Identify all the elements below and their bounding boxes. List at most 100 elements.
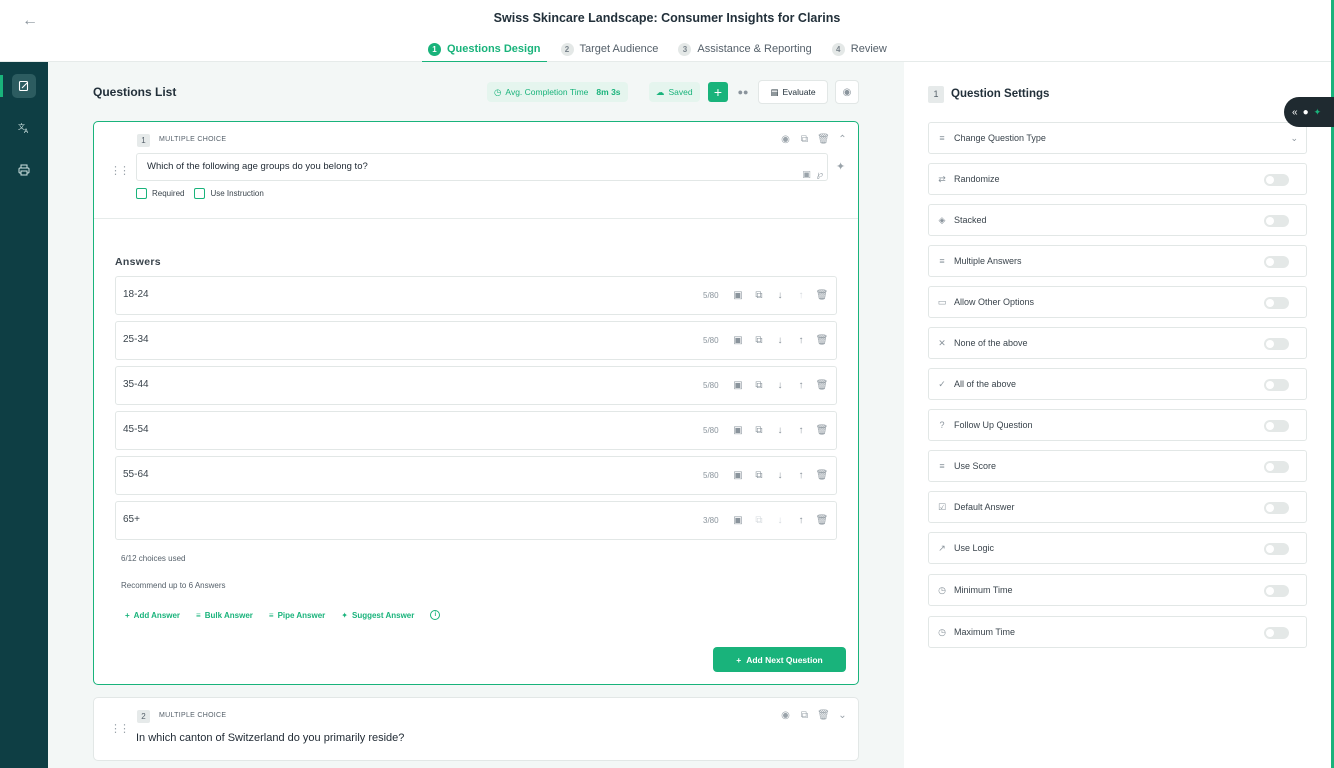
arrow-up-icon[interactable]: ↑ [795,423,807,437]
ai-assistant-button[interactable]: « ● ✦ [1284,97,1334,127]
info-icon[interactable]: i [430,610,441,620]
question-number: 2 [137,710,150,723]
answer-row[interactable]: 25-34 5/80 ▣ ⧉ ↓ ↑ 🗑 [115,321,837,360]
chevron-down-icon[interactable]: ⌄ [837,709,848,721]
copy-icon[interactable]: ⧉ [753,423,765,437]
setting-use-score[interactable]: ≡ Use Score [928,450,1307,482]
setting-follow-up-question[interactable]: ? Follow Up Question [928,409,1307,441]
suggest-answer-button[interactable]: ✦ Suggest Answer [341,610,414,620]
setting-none-of-the-above[interactable]: ✕ None of the above [928,327,1307,359]
arrow-down-icon[interactable]: ↓ [774,333,786,347]
add-question-button[interactable]: + [708,82,728,102]
trash-icon[interactable]: 🗑 [816,513,829,527]
arrow-down-icon[interactable]: ↓ [774,423,786,437]
setting-multiple-answers[interactable]: ≡ Multiple Answers [928,245,1307,277]
toggle-switch[interactable] [1264,585,1289,597]
setting-allow-other-options[interactable]: ▭ Allow Other Options [928,286,1307,318]
edit-document-icon[interactable] [12,74,36,98]
image-icon[interactable]: ▣ [732,288,744,302]
copy-icon[interactable]: ⧉ [799,133,810,145]
toggle-switch[interactable] [1264,338,1289,350]
tab-review[interactable]: 4 Review [831,38,887,60]
arrow-up-icon[interactable]: ↑ [795,333,807,347]
answer-row[interactable]: 35-44 5/80 ▣ ⧉ ↓ ↑ 🗑 [115,366,837,405]
setting-maximum-time[interactable]: ◷ Maximum Time [928,616,1307,648]
toggle-switch[interactable] [1264,502,1289,514]
copy-icon[interactable]: ⧉ [753,378,765,392]
answers-list: 18-24 5/80 ▣ ⧉ ↓ ↑ 🗑 25-34 5/80 ▣ ⧉ ↓ ↑ [115,276,837,546]
drag-handle-icon[interactable]: ⋮⋮ [110,722,130,735]
change-type-label: Change Question Type [954,133,1046,143]
copy-icon[interactable]: ⧉ [753,468,765,482]
setting-all-of-the-above[interactable]: ✓ All of the above [928,368,1307,400]
required-checkbox[interactable]: Required [136,188,184,199]
print-icon[interactable] [12,158,36,182]
use-instruction-checkbox[interactable]: Use Instruction [194,188,264,199]
arrow-up-icon[interactable]: ↑ [795,378,807,392]
change-question-type-select[interactable]: ≡ Change Question Type ⌄ [928,122,1307,154]
setting-minimum-time[interactable]: ◷ Minimum Time [928,574,1307,606]
toggle-switch[interactable] [1264,297,1289,309]
image-icon[interactable]: ▣ [732,378,744,392]
answer-row[interactable]: 65+ 3/80 ▣ ⧉ ↓ ↑ 🗑 [115,501,837,540]
translate-icon[interactable]: 文A [12,116,36,140]
toggle-switch[interactable] [1264,461,1289,473]
toggle-switch[interactable] [1264,215,1289,227]
sparkle-icon: ✦ [341,610,348,620]
branch-icon[interactable]: ℘ [817,161,823,187]
add-next-question-button[interactable]: + Add Next Question [713,647,846,672]
arrow-down-icon[interactable]: ↓ [774,468,786,482]
bulk-answer-button[interactable]: ≡ Bulk Answer [196,610,253,620]
copy-icon[interactable]: ⧉ [753,288,765,302]
trash-icon[interactable]: 🗑 [816,378,829,392]
toggle-switch[interactable] [1264,256,1289,268]
add-answer-button[interactable]: + Add Answer [125,610,180,620]
setting-stacked[interactable]: ◈ Stacked [928,204,1307,236]
pipe-answer-button[interactable]: ≡ Pipe Answer [269,610,325,620]
question-card[interactable]: 2 MULTIPLE CHOICE ◉ ⧉ 🗑 ⌄ ⋮⋮ In which ca… [93,697,859,761]
setting-default-answer[interactable]: ☑ Default Answer [928,491,1307,523]
trash-icon[interactable]: 🗑 [816,333,829,347]
people-icon[interactable]: ●● [735,84,751,100]
arrow-up-icon[interactable]: ↑ [795,468,807,482]
question-text-input[interactable]: Which of the following age groups do you… [136,153,828,181]
toggle-switch[interactable] [1264,420,1289,432]
tab-questions-design[interactable]: 1 Questions Design [422,38,547,63]
eye-icon[interactable]: ◉ [780,133,791,145]
setting-use-logic[interactable]: ↗ Use Logic [928,532,1307,564]
image-icon[interactable]: ▣ [802,161,811,187]
arrow-down-icon[interactable]: ↓ [774,378,786,392]
arrow-down-icon[interactable]: ↓ [774,288,786,302]
image-icon[interactable]: ▣ [732,423,744,437]
copy-icon[interactable]: ⧉ [799,709,810,721]
chevron-up-icon[interactable]: ⌃ [837,133,848,145]
setting-randomize[interactable]: ⇄ Randomize [928,163,1307,195]
trash-icon[interactable]: 🗑 [816,423,829,437]
toggle-switch[interactable] [1264,627,1289,639]
sparkle-icon[interactable]: ✦ [836,160,845,173]
answer-row[interactable]: 55-64 5/80 ▣ ⧉ ↓ ↑ 🗑 [115,456,837,495]
toggle-switch[interactable] [1264,174,1289,186]
toggle-switch[interactable] [1264,379,1289,391]
answer-actions: ▣ ⧉ ↓ ↑ 🗑 [732,513,828,527]
preview-eye-icon[interactable]: ◉ [835,80,859,104]
tab-assistance-reporting[interactable]: 3 Assistance & Reporting [678,38,812,60]
drag-handle-icon[interactable]: ⋮⋮ [110,164,130,177]
trash-icon[interactable]: 🗑 [817,133,830,145]
tab-target-audience[interactable]: 2 Target Audience [560,38,658,60]
answer-row[interactable]: 18-24 5/80 ▣ ⧉ ↓ ↑ 🗑 [115,276,837,315]
answer-text: 18-24 [123,289,149,300]
toggle-switch[interactable] [1264,543,1289,555]
arrow-up-icon[interactable]: ↑ [795,513,807,527]
trash-icon[interactable]: 🗑 [816,288,829,302]
image-icon[interactable]: ▣ [732,333,744,347]
evaluate-button[interactable]: ▤ Evaluate [758,80,828,104]
image-icon[interactable]: ▣ [732,513,744,527]
eye-icon[interactable]: ◉ [780,709,791,721]
copy-icon[interactable]: ⧉ [753,333,765,347]
trash-icon[interactable]: 🗑 [817,709,830,721]
image-icon[interactable]: ▣ [732,468,744,482]
trash-icon[interactable]: 🗑 [816,468,829,482]
answer-row[interactable]: 45-54 5/80 ▣ ⧉ ↓ ↑ 🗑 [115,411,837,450]
answer-text: 45-54 [123,424,149,435]
